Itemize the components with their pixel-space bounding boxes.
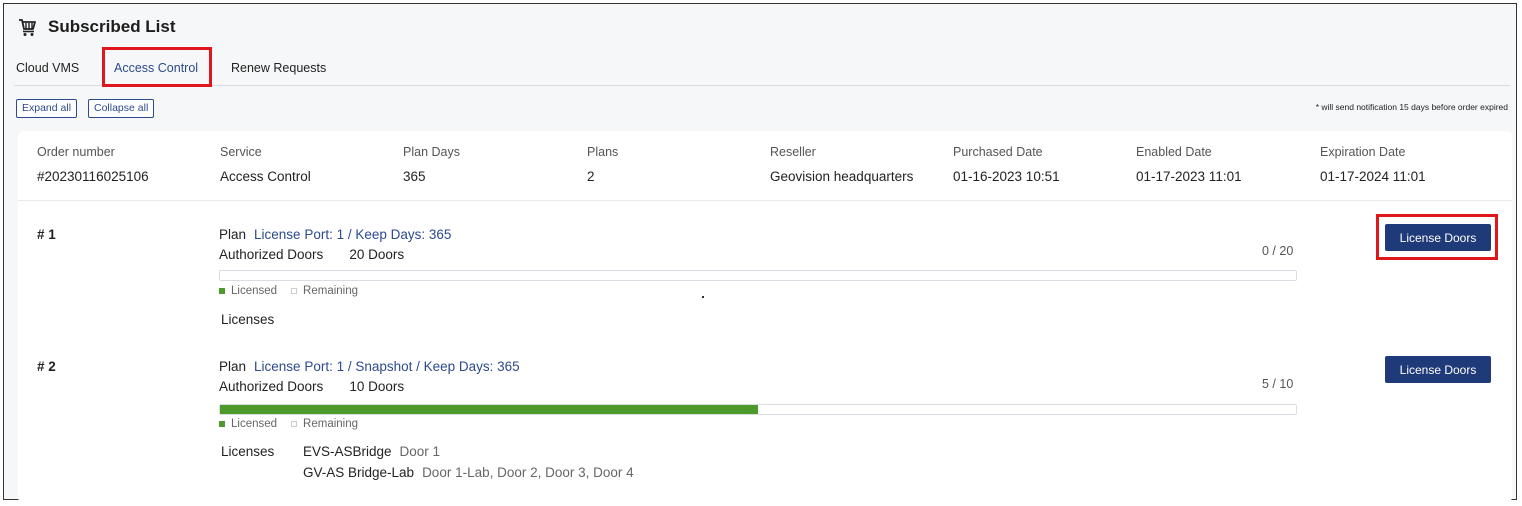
reseller-value: Geovision headquarters xyxy=(770,169,914,184)
tab-cloud-vms[interactable]: Cloud VMS xyxy=(16,52,79,84)
plan-2-usage-count: 5 / 10 xyxy=(1262,377,1294,391)
plan-1-number: # 1 xyxy=(37,227,56,242)
expiration-date-label: Expiration Date xyxy=(1320,145,1406,159)
expiration-date-value: 01-17-2024 11:01 xyxy=(1320,169,1426,184)
plan-1-usage-count: 0 / 20 xyxy=(1262,244,1294,258)
license-device-name: EVS-ASBridge xyxy=(303,444,392,459)
order-number-label: Order number xyxy=(37,145,115,159)
plan-2-authorized: Authorized Doors 10 Doors xyxy=(219,379,404,394)
cart-icon xyxy=(18,17,38,37)
remaining-swatch-icon xyxy=(291,421,298,427)
tab-access-control[interactable]: Access Control xyxy=(114,52,198,84)
license-door-list: Door 1-Lab, Door 2, Door 3, Door 4 xyxy=(422,465,634,480)
tab-renew-requests[interactable]: Renew Requests xyxy=(231,52,326,84)
service-column: Service Access Control xyxy=(220,145,311,184)
expand-all-button[interactable]: Expand all xyxy=(16,99,78,118)
purchased-date-label: Purchased Date xyxy=(953,145,1043,159)
tab-bar: Cloud VMS Access Control Renew Requests xyxy=(14,52,1510,86)
plan-1-door-count: 20 Doors xyxy=(349,247,405,262)
order-summary: Order number #20230116025106 Service Acc… xyxy=(18,131,1512,201)
plan-1-authorized-label: Authorized Doors xyxy=(219,247,324,262)
expiration-date-column: Expiration Date 01-17-2024 11:01 xyxy=(1320,145,1426,184)
plan-2-license-item: EVS-ASBridge Door 1 xyxy=(303,444,440,459)
service-label: Service xyxy=(220,145,262,159)
enabled-date-label: Enabled Date xyxy=(1136,145,1212,159)
order-card: Order number #20230116025106 Service Acc… xyxy=(18,131,1512,503)
plan-2-door-count: 10 Doors xyxy=(349,379,405,394)
plan-1-authorized: Authorized Doors 20 Doors xyxy=(219,247,404,262)
plan-1-legend: Licensed Remaining xyxy=(219,285,358,297)
plan-1-progress-bar xyxy=(219,270,1297,281)
license-door-list: Door 1 xyxy=(399,444,441,459)
plan-1-licenses-label: Licenses xyxy=(221,312,275,327)
plan-1-detail-link[interactable]: License Port: 1 / Keep Days: 365 xyxy=(254,227,451,242)
collapse-all-button[interactable]: Collapse all xyxy=(88,99,155,118)
plan-2-legend: Licensed Remaining xyxy=(219,418,358,430)
reseller-column: Reseller Geovision headquarters xyxy=(770,145,913,184)
order-number-value: #20230116025106 xyxy=(37,169,149,184)
plan-2-progress-fill xyxy=(220,405,758,414)
plan-1-remaining-legend: Remaining xyxy=(303,285,359,297)
plan-2-remaining-legend: Remaining xyxy=(303,418,359,430)
subscribed-list-panel: Subscribed List Cloud VMS Access Control… xyxy=(3,3,1517,503)
reseller-label: Reseller xyxy=(770,145,816,159)
plans-value: 2 xyxy=(587,169,595,184)
plan-2-number: # 2 xyxy=(37,359,56,374)
plan-days-value: 365 xyxy=(403,169,426,184)
purchased-date-value: 01-16-2023 10:51 xyxy=(953,169,1060,184)
plans-column: Plans 2 xyxy=(587,145,618,184)
plan-2-progress-bar xyxy=(219,404,1297,415)
remaining-swatch-icon xyxy=(291,288,298,294)
stray-dot xyxy=(702,296,704,298)
plan-1-title: Plan License Port: 1 / Keep Days: 365 xyxy=(219,227,451,242)
plan-2-license-item: GV-AS Bridge-Lab Door 1-Lab, Door 2, Door… xyxy=(303,465,634,480)
licensed-swatch-icon xyxy=(219,421,225,427)
plan-2-title: Plan License Port: 1 / Snapshot / Keep Da… xyxy=(219,359,520,374)
purchased-date-column: Purchased Date 01-16-2023 10:51 xyxy=(953,145,1060,184)
plan-days-label: Plan Days xyxy=(403,145,460,159)
licensed-swatch-icon xyxy=(219,288,225,294)
page-header: Subscribed List xyxy=(18,14,176,40)
enabled-date-column: Enabled Date 01-17-2023 11:01 xyxy=(1136,145,1242,184)
plan-2-licenses-label: Licenses xyxy=(221,444,275,459)
plan-2-licensed-legend: Licensed xyxy=(231,418,278,430)
plan-1-license-doors-button[interactable]: License Doors xyxy=(1385,224,1491,251)
plans-label: Plans xyxy=(587,145,619,159)
plan-days-column: Plan Days 365 xyxy=(403,145,460,184)
plan-2-authorized-label: Authorized Doors xyxy=(219,379,324,394)
plan-1-plan-label: Plan xyxy=(219,227,247,242)
enabled-date-value: 01-17-2023 11:01 xyxy=(1136,169,1242,184)
plan-2-license-doors-button[interactable]: License Doors xyxy=(1385,356,1491,383)
license-device-name: GV-AS Bridge-Lab xyxy=(303,465,415,480)
service-value: Access Control xyxy=(220,169,311,184)
plan-2-plan-label: Plan xyxy=(219,359,247,374)
expiry-notification-note: * will send notification 15 days before … xyxy=(1315,102,1508,112)
page-title: Subscribed List xyxy=(48,17,176,36)
plan-1-licensed-legend: Licensed xyxy=(231,285,278,297)
plan-2-detail-link[interactable]: License Port: 1 / Snapshot / Keep Days: … xyxy=(254,359,520,374)
order-number-column: Order number #20230116025106 xyxy=(37,145,149,184)
